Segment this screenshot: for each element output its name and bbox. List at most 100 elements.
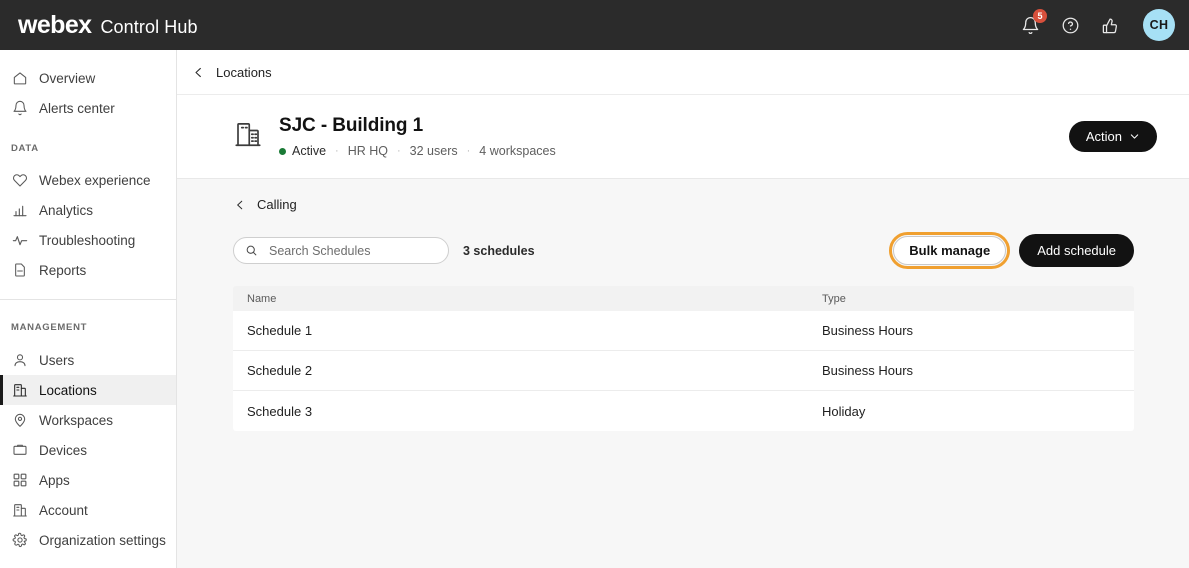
device-icon [11, 442, 28, 459]
feedback-button[interactable] [1097, 12, 1123, 38]
notifications-button[interactable]: 5 [1017, 9, 1047, 38]
action-button[interactable]: Action [1068, 121, 1157, 152]
sidebar-item-locations[interactable]: Locations [0, 375, 176, 405]
schedules-table: Name Type Schedule 1 Business Hours Sche… [233, 286, 1134, 431]
table-row[interactable]: Schedule 3 Holiday [233, 391, 1134, 431]
column-header-name[interactable]: Name [247, 293, 822, 305]
table-header-row: Name Type [233, 286, 1134, 311]
meta-users: 32 users [409, 144, 458, 158]
meta-org: HR HQ [347, 144, 388, 158]
gear-icon [11, 532, 28, 549]
thumbs-up-icon [1102, 18, 1117, 33]
cell-type: Holiday [822, 403, 866, 419]
chevron-left-icon[interactable] [191, 65, 206, 80]
sidebar-item-label: Analytics [39, 202, 94, 218]
table-row[interactable]: Schedule 2 Business Hours [233, 351, 1134, 391]
sidebar-item-reports[interactable]: Reports [0, 255, 176, 285]
user-icon [11, 352, 28, 369]
heart-icon [11, 172, 28, 189]
table-row[interactable]: Schedule 1 Business Hours [233, 311, 1134, 351]
calling-breadcrumb: Calling [177, 197, 1189, 212]
sidebar-item-overview[interactable]: Overview [0, 63, 176, 93]
main-content: Locations SJC - Building 1 Active · HR H… [177, 50, 1189, 568]
search-input[interactable] [267, 242, 437, 259]
sidebar-item-label: Apps [39, 472, 70, 488]
sidebar-item-label: Account [39, 502, 88, 518]
meta-separator: · [335, 145, 339, 157]
avatar[interactable]: CH [1143, 9, 1175, 41]
sidebar-item-label: Troubleshooting [39, 232, 136, 248]
sidebar: Overview Alerts center DATA Webex experi… [0, 50, 177, 568]
help-circle-icon [1062, 17, 1078, 33]
meta-separator: · [397, 145, 401, 157]
sidebar-item-label: Users [39, 352, 75, 368]
sidebar-item-label: Devices [39, 442, 88, 458]
sidebar-item-alerts-center[interactable]: Alerts center [0, 93, 176, 123]
sidebar-item-label: Alerts center [39, 100, 115, 116]
sidebar-group-data: DATA [11, 143, 39, 154]
meta-separator: · [466, 145, 471, 157]
topbar-actions: 5 CH [1017, 9, 1175, 41]
sidebar-item-organization-settings[interactable]: Organization settings [0, 525, 176, 555]
chevron-left-icon[interactable] [233, 198, 247, 212]
column-header-type[interactable]: Type [822, 293, 1120, 305]
help-button[interactable] [1057, 12, 1083, 38]
sidebar-item-analytics[interactable]: Analytics [0, 195, 176, 225]
sidebar-item-account[interactable]: Account [0, 495, 176, 525]
pulse-icon [11, 232, 28, 249]
sidebar-item-troubleshooting[interactable]: Troubleshooting [0, 225, 176, 255]
sidebar-item-webex-experience[interactable]: Webex experience [0, 165, 176, 195]
building-icon [11, 382, 28, 399]
building-icon [11, 502, 28, 519]
brand-logo[interactable]: webex Control Hub [18, 11, 198, 40]
search-schedules-box[interactable] [233, 237, 449, 264]
sidebar-item-devices[interactable]: Devices [0, 435, 176, 465]
sidebar-item-users[interactable]: Users [0, 345, 176, 375]
top-bar: webex Control Hub 5 CH [0, 0, 1189, 50]
location-meta: Active · HR HQ · 32 users · 4 workspaces [279, 144, 1069, 158]
chevron-down-icon [1129, 131, 1140, 142]
page-title: SJC - Building 1 [279, 115, 424, 136]
sidebar-item-apps[interactable]: Apps [0, 465, 176, 495]
map-pin-icon [11, 412, 28, 429]
status-dot-icon [279, 147, 286, 155]
meta-workspaces: 4 workspaces [479, 144, 556, 158]
calling-panel: Calling 3 schedules Bulk manage Add sche… [177, 179, 1189, 431]
sidebar-item-label: Organization settings [39, 532, 166, 548]
calling-breadcrumb-link[interactable]: Calling [257, 197, 297, 212]
grid-apps-icon [11, 472, 28, 489]
bell-icon [11, 100, 28, 117]
sidebar-item-label: Webex experience [39, 172, 151, 188]
sidebar-item-label: Overview [39, 70, 96, 86]
document-icon [11, 262, 28, 279]
sidebar-item-workspaces[interactable]: Workspaces [0, 405, 176, 435]
sidebar-item-label: Workspaces [39, 412, 114, 428]
sidebar-group-management: MANAGEMENT [11, 322, 88, 333]
cell-type: Business Hours [822, 363, 914, 378]
cell-type: Business Hours [822, 323, 914, 338]
search-icon [245, 244, 258, 257]
sidebar-item-label: Locations [39, 382, 97, 398]
status-badge: Active [292, 144, 327, 158]
building-icon [233, 119, 263, 154]
product-name: Control Hub [100, 16, 198, 37]
add-schedule-button[interactable]: Add schedule [1019, 234, 1134, 267]
schedules-toolbar: 3 schedules Bulk manage Add schedule [177, 232, 1189, 269]
breadcrumb-locations-link[interactable]: Locations [216, 65, 272, 80]
location-header: SJC - Building 1 Active · HR HQ · 32 use… [177, 95, 1189, 179]
bulk-manage-button[interactable]: Bulk manage [893, 236, 1007, 265]
notifications-badge: 5 [1033, 9, 1047, 23]
cell-name: Schedule 1 [247, 323, 313, 338]
location-info: SJC - Building 1 Active · HR HQ · 32 use… [279, 115, 1069, 158]
schedules-count: 3 schedules [463, 243, 535, 258]
cell-name: Schedule 2 [247, 363, 313, 378]
cell-name: Schedule 3 [247, 403, 313, 419]
brand-name: webex [18, 10, 92, 39]
sidebar-item-label: Reports [39, 262, 87, 278]
home-icon [11, 70, 28, 87]
bar-chart-icon [11, 202, 28, 219]
